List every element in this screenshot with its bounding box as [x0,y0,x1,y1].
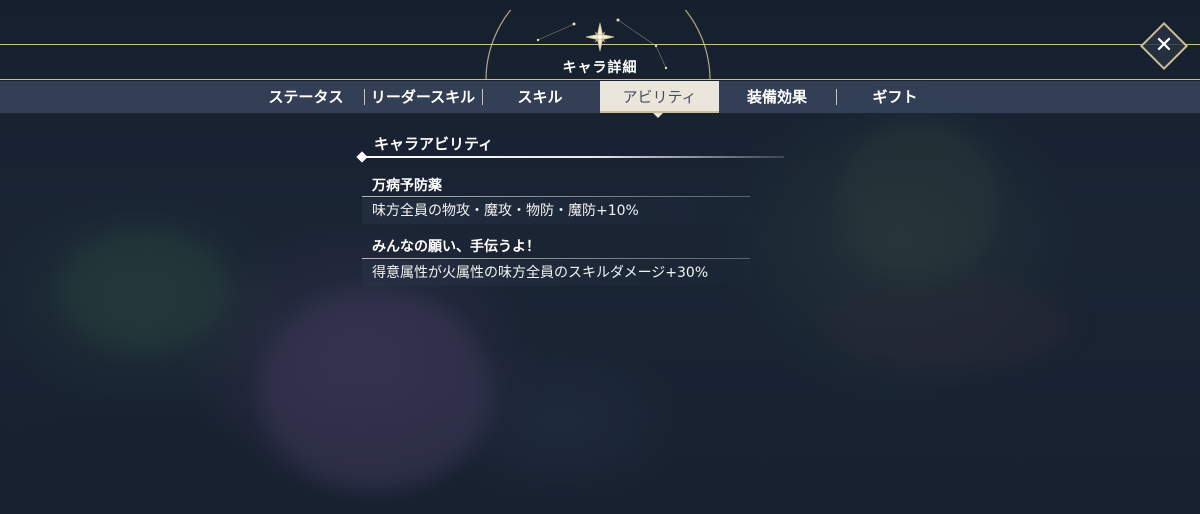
section-divider [362,156,784,158]
star-emblem-icon [585,22,615,52]
header-bottom-line [0,79,1200,80]
tab-status[interactable]: ステータス [262,81,350,113]
page-title: キャラ詳細 [562,60,638,76]
tab-skill[interactable]: スキル [500,81,580,113]
tab-bar: ステータス リーダースキル スキル アビリティ 装備効果 ギフト [0,81,1200,113]
tab-leader-skill[interactable]: リーダースキル [367,81,479,113]
tab-divider [836,89,837,105]
section-title: キャラアビリティ [374,135,494,153]
tab-gift[interactable]: ギフト [855,81,935,113]
ability-name: 万病予防薬 [372,178,442,194]
ability-description: 得意属性が火属性の味方全員のスキルダメージ+30% [362,260,750,286]
tab-ability[interactable]: アビリティ [600,81,719,113]
active-tab-pointer [653,113,663,118]
ability-name: みんなの願い、手伝うよ！ [372,239,540,255]
ability-divider [362,258,750,259]
ability-divider [362,196,750,197]
tab-divider [482,89,483,105]
tab-equipment-effect[interactable]: 装備効果 [735,81,819,113]
tab-divider [364,89,365,105]
ability-description: 味方全員の物攻・魔攻・物防・魔防+10% [362,198,750,224]
